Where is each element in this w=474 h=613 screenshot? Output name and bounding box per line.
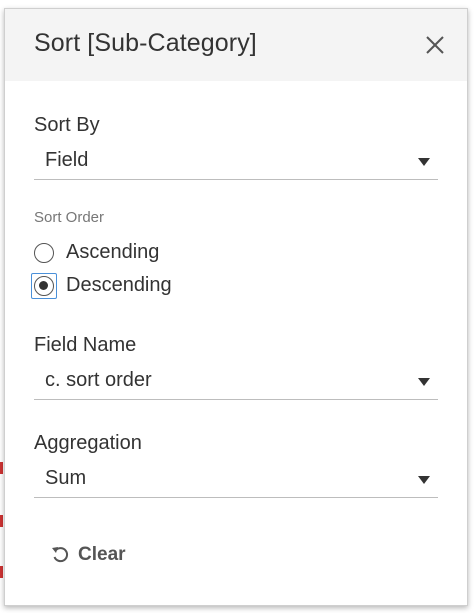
aggregation-dropdown[interactable]: Sum: [34, 461, 438, 498]
background-mark: [0, 462, 3, 474]
clear-button[interactable]: Clear: [50, 544, 140, 568]
chevron-down-icon: [418, 476, 430, 484]
sort-by-label: Sort By: [34, 114, 100, 136]
radio-descending[interactable]: Descending: [31, 273, 184, 300]
field-name-dropdown[interactable]: c. sort order: [34, 363, 438, 400]
radio-descending-circle[interactable]: [34, 276, 54, 296]
dialog-title: Sort [Sub-Category]: [34, 29, 257, 57]
sort-order-label: Sort Order: [34, 209, 105, 226]
dialog-header: Sort [Sub-Category]: [5, 9, 467, 81]
field-name-label: Field Name: [34, 334, 137, 356]
chevron-down-icon: [418, 378, 430, 386]
clear-label: Clear: [78, 544, 126, 565]
radio-ascending-circle[interactable]: [34, 243, 54, 263]
chevron-down-icon: [418, 158, 430, 166]
aggregation-label: Aggregation: [34, 432, 142, 454]
field-name-value: c. sort order: [45, 369, 152, 391]
radio-ascending-label: Ascending: [66, 241, 160, 263]
sort-dialog: Sort [Sub-Category] Sort By Field Sort O…: [4, 8, 468, 606]
background-mark: [0, 566, 3, 578]
sort-by-value: Field: [45, 149, 89, 171]
close-icon: [426, 36, 444, 54]
sort-by-dropdown[interactable]: Field: [34, 143, 438, 180]
radio-ascending[interactable]: Ascending: [34, 241, 174, 267]
close-button[interactable]: [423, 33, 447, 57]
undo-icon: [52, 547, 69, 563]
aggregation-value: Sum: [45, 467, 87, 489]
radio-descending-label: Descending: [66, 274, 172, 296]
radio-selected-dot: [39, 281, 48, 290]
background-mark: [0, 515, 3, 527]
